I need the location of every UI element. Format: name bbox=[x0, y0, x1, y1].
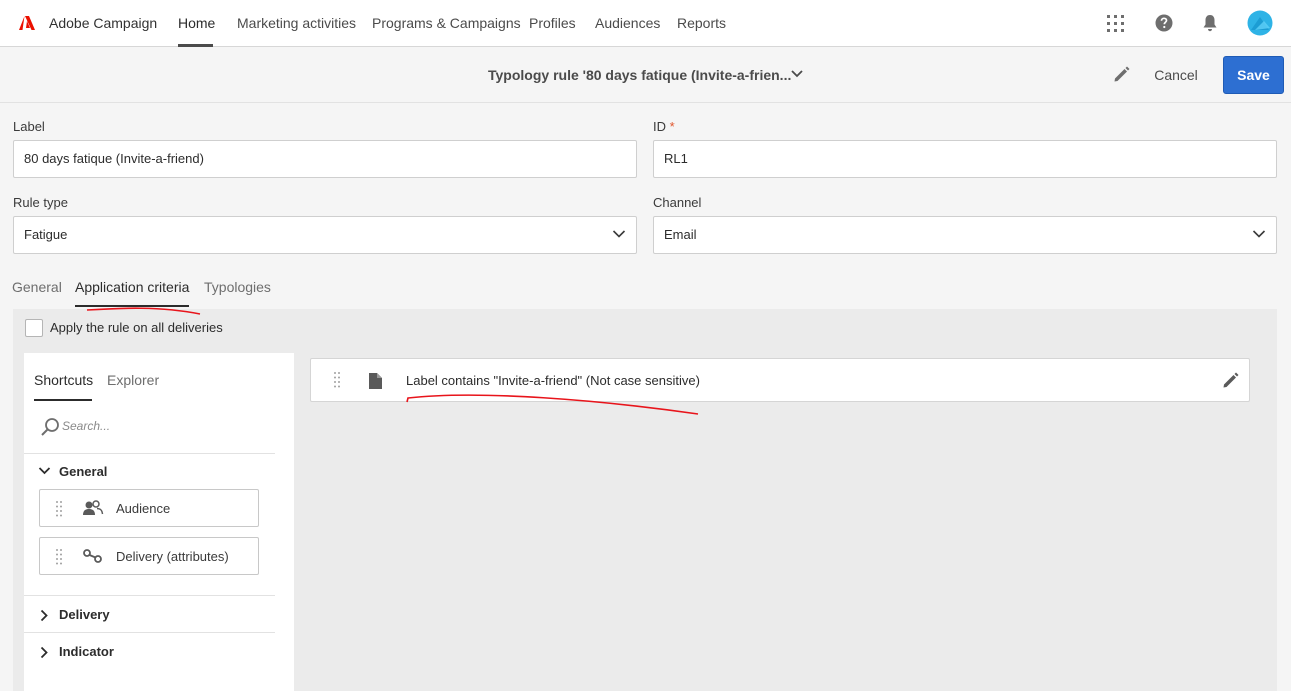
apply-all-deliveries-label[interactable]: Apply the rule on all deliveries bbox=[50, 320, 223, 335]
chevron-right-icon bbox=[40, 609, 48, 622]
chevron-down-icon bbox=[612, 230, 626, 238]
nav-item-profiles[interactable]: Profiles bbox=[529, 15, 576, 31]
tab-shortcuts[interactable]: Shortcuts bbox=[34, 372, 93, 388]
section-general-label: General bbox=[59, 464, 108, 479]
section-delivery-label: Delivery bbox=[59, 607, 110, 622]
save-button[interactable]: Save bbox=[1223, 56, 1284, 94]
nav-item-marketing-activities[interactable]: Marketing activities bbox=[237, 15, 356, 31]
chevron-down-icon bbox=[38, 467, 51, 475]
shortcut-delivery-attributes[interactable]: Delivery (attributes) bbox=[39, 537, 259, 575]
document-icon bbox=[369, 373, 382, 389]
delivery-attributes-icon bbox=[83, 549, 102, 563]
shortcuts-tab-indicator bbox=[34, 399, 92, 401]
nav-item-home[interactable]: Home bbox=[178, 15, 215, 31]
tab-application-criteria[interactable]: Application criteria bbox=[75, 279, 189, 295]
label-field-label: Label bbox=[13, 119, 45, 134]
query-workspace bbox=[295, 353, 1265, 691]
channel-label: Channel bbox=[653, 195, 702, 210]
apps-grid-icon[interactable] bbox=[1107, 15, 1124, 32]
tab-active-indicator bbox=[75, 305, 189, 307]
page-title[interactable]: Typology rule '80 days fatique (Invite-a… bbox=[488, 67, 791, 83]
rule-type-select[interactable]: Fatigue bbox=[13, 216, 637, 254]
apply-all-deliveries-checkbox[interactable] bbox=[25, 319, 43, 337]
audience-icon bbox=[83, 500, 104, 515]
label-input[interactable]: 80 days fatique (Invite-a-friend) bbox=[13, 140, 637, 178]
tab-explorer[interactable]: Explorer bbox=[107, 372, 159, 388]
shortcut-audience[interactable]: Audience bbox=[39, 489, 259, 527]
id-field-label: ID * bbox=[653, 119, 675, 134]
nav-item-reports[interactable]: Reports bbox=[677, 15, 726, 31]
top-navigation-bar: Adobe Campaign Home Marketing activities… bbox=[0, 0, 1291, 47]
title-bar: Typology rule '80 days fatique (Invite-a… bbox=[0, 47, 1291, 103]
divider bbox=[24, 632, 275, 633]
channel-select[interactable]: Email bbox=[653, 216, 1277, 254]
app-brand-name[interactable]: Adobe Campaign bbox=[49, 15, 157, 31]
cancel-button[interactable]: Cancel bbox=[1148, 59, 1204, 91]
filter-rule-row[interactable]: Label contains "Invite-a-friend" (Not ca… bbox=[310, 358, 1250, 402]
search-input[interactable] bbox=[62, 414, 262, 438]
nav-item-audiences[interactable]: Audiences bbox=[595, 15, 660, 31]
id-input[interactable]: RL1 bbox=[653, 140, 1277, 178]
drag-handle-icon[interactable] bbox=[55, 548, 63, 566]
shortcut-delivery-attributes-label: Delivery (attributes) bbox=[116, 549, 229, 564]
user-avatar[interactable] bbox=[1247, 10, 1273, 36]
chevron-down-icon bbox=[1252, 230, 1266, 238]
required-asterisk: * bbox=[669, 119, 675, 134]
tab-general[interactable]: General bbox=[12, 279, 62, 295]
rule-type-value: Fatigue bbox=[24, 227, 68, 242]
search-icon bbox=[41, 418, 59, 436]
shortcut-audience-label: Audience bbox=[116, 501, 171, 516]
filter-rule-text: Label contains "Invite-a-friend" (Not ca… bbox=[406, 373, 700, 388]
channel-value: Email bbox=[664, 227, 697, 242]
notifications-bell-icon[interactable] bbox=[1202, 14, 1218, 32]
chevron-down-icon[interactable] bbox=[790, 69, 804, 79]
adobe-logo-icon[interactable] bbox=[19, 15, 35, 31]
chevron-right-icon bbox=[40, 646, 48, 659]
divider bbox=[24, 595, 275, 596]
divider bbox=[24, 453, 275, 454]
drag-handle-icon[interactable] bbox=[333, 371, 341, 389]
edit-pencil-icon[interactable] bbox=[1112, 65, 1131, 84]
rule-type-label: Rule type bbox=[13, 195, 68, 210]
section-indicator-label: Indicator bbox=[59, 644, 114, 659]
help-icon[interactable] bbox=[1155, 14, 1173, 32]
drag-handle-icon[interactable] bbox=[55, 500, 63, 518]
edit-pencil-icon[interactable] bbox=[1221, 371, 1240, 390]
tab-typologies[interactable]: Typologies bbox=[204, 279, 271, 295]
nav-item-programs-campaigns[interactable]: Programs & Campaigns bbox=[372, 15, 521, 31]
